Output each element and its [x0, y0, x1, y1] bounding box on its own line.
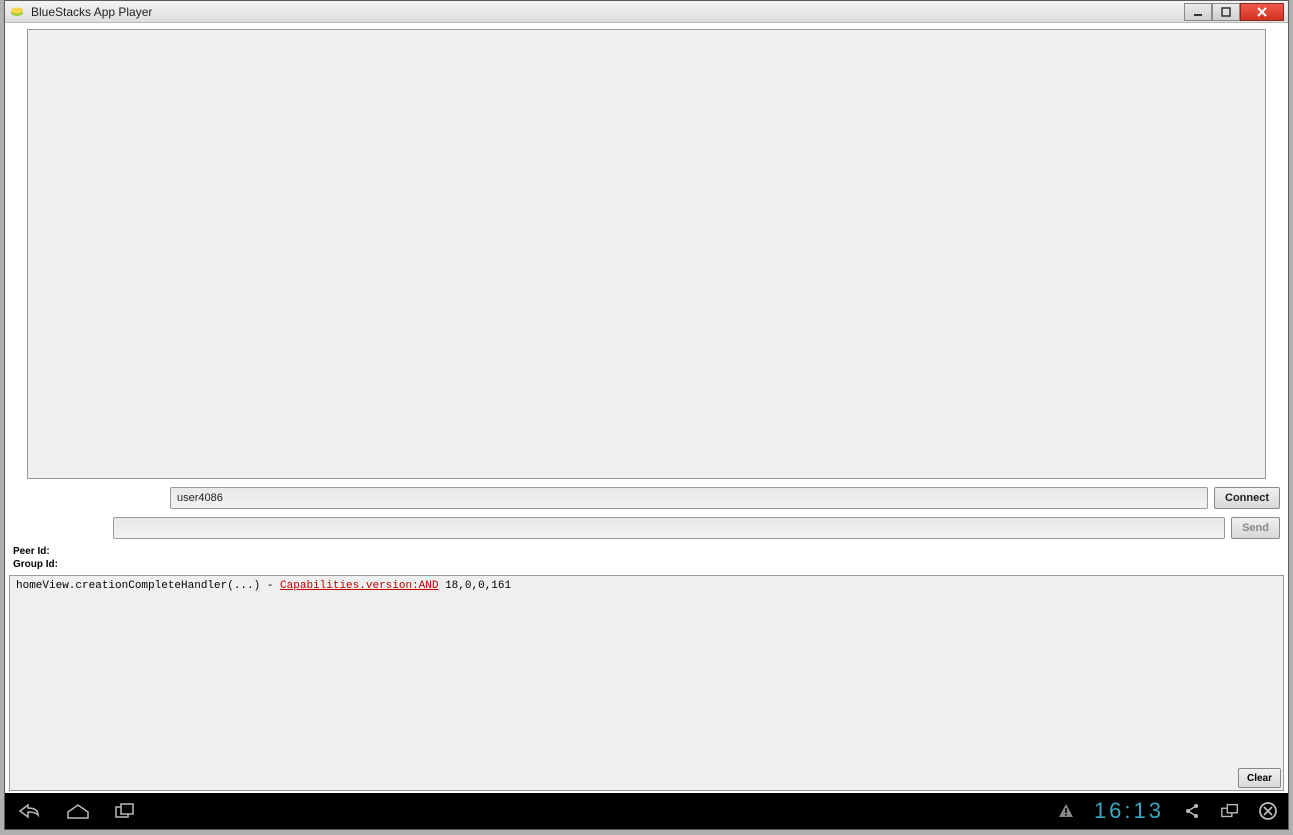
peer-id-label: Peer Id: — [13, 545, 1280, 558]
clock[interactable]: 16:13 — [1094, 798, 1164, 824]
back-icon[interactable] — [15, 801, 45, 821]
close-button[interactable] — [1240, 3, 1284, 21]
send-row: Send — [5, 513, 1288, 543]
share-icon[interactable] — [1182, 801, 1202, 821]
app-window: BlueStacks App Player Connect Send Peer … — [4, 0, 1289, 830]
fullscreen-icon[interactable] — [1220, 801, 1240, 821]
recent-apps-icon[interactable] — [111, 801, 141, 821]
warning-icon[interactable] — [1056, 801, 1076, 821]
username-input[interactable] — [170, 487, 1208, 509]
log-highlight: Capabilities.version:AND — [280, 580, 438, 592]
connect-button[interactable]: Connect — [1214, 487, 1280, 509]
android-nav-bar: 16:13 — [5, 793, 1288, 829]
app-icon — [9, 4, 25, 20]
main-panel — [27, 29, 1266, 479]
title-bar: BlueStacks App Player — [5, 1, 1288, 23]
log-area[interactable]: homeView.creationCompleteHandler(...) - … — [9, 575, 1284, 791]
home-icon[interactable] — [63, 801, 93, 821]
id-labels: Peer Id: Group Id: — [5, 543, 1288, 573]
minimize-button[interactable] — [1184, 3, 1212, 21]
group-id-label: Group Id: — [13, 558, 1280, 571]
log-suffix: 18,0,0,161 — [438, 580, 511, 592]
window-buttons — [1184, 3, 1284, 21]
app-body: Connect Send Peer Id: Group Id: homeView… — [5, 23, 1288, 829]
log-prefix: homeView.creationCompleteHandler(...) - — [16, 580, 280, 592]
message-input[interactable] — [113, 517, 1225, 539]
maximize-button[interactable] — [1212, 3, 1240, 21]
connect-row: Connect — [5, 483, 1288, 513]
window-title: BlueStacks App Player — [31, 5, 152, 19]
clear-button[interactable]: Clear — [1238, 768, 1281, 788]
send-button[interactable]: Send — [1231, 517, 1280, 539]
close-circle-icon[interactable] — [1258, 801, 1278, 821]
